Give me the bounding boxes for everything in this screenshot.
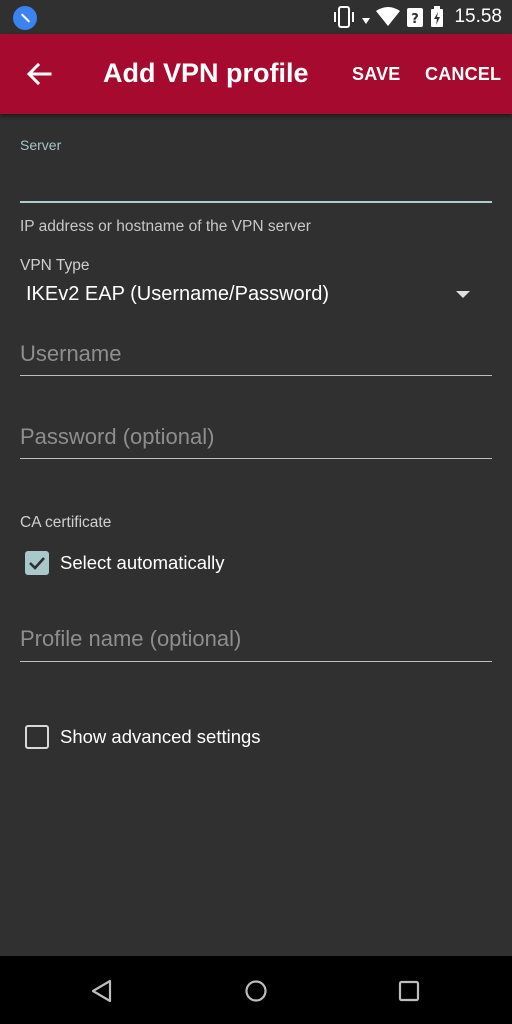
check-icon <box>29 557 45 570</box>
status-bar: ? 15.58 <box>0 0 512 34</box>
show-advanced-checkbox[interactable] <box>25 725 49 749</box>
password-field[interactable]: Password (optional) <box>20 424 214 450</box>
wifi-icon <box>376 7 401 26</box>
battery-icon <box>431 6 444 27</box>
save-button[interactable]: SAVE <box>352 64 400 85</box>
password-underline <box>20 458 492 459</box>
ca-certificate-label: CA certificate <box>20 514 112 531</box>
select-automatically-label[interactable]: Select automatically <box>60 552 225 574</box>
nav-recents-button[interactable] <box>392 974 426 1008</box>
server-input[interactable] <box>20 201 492 203</box>
data-arrow-icon <box>362 18 371 24</box>
nav-home-button[interactable] <box>239 974 273 1008</box>
nav-back-button[interactable] <box>85 974 119 1008</box>
show-advanced-label[interactable]: Show advanced settings <box>60 726 261 748</box>
page-title: Add VPN profile <box>103 58 309 88</box>
signal-icon: ? <box>407 8 424 27</box>
svg-text:?: ? <box>412 12 420 27</box>
server-label: Server <box>20 137 62 153</box>
status-time: 15.58 <box>454 6 502 27</box>
recents-icon <box>398 980 420 1002</box>
back-button[interactable] <box>18 54 60 94</box>
vibrate-icon <box>334 6 355 28</box>
vpn-type-label: VPN Type <box>20 257 90 274</box>
dropdown-arrow-icon[interactable] <box>456 291 470 298</box>
navigation-bar <box>0 956 512 1024</box>
status-icons: ? 15.58 <box>332 0 502 34</box>
back-icon <box>91 979 112 1003</box>
home-icon <box>245 980 267 1002</box>
app-notification-icon <box>13 6 37 30</box>
vpn-type-dropdown[interactable]: IKEv2 EAP (Username/Password) <box>26 283 329 306</box>
cancel-button[interactable]: CANCEL <box>425 64 501 85</box>
profile-name-underline <box>20 661 492 662</box>
arrow-back-icon <box>26 62 52 86</box>
profile-name-field[interactable]: Profile name (optional) <box>20 626 241 652</box>
select-automatically-checkbox[interactable] <box>25 551 49 575</box>
username-field[interactable]: Username <box>20 341 121 367</box>
server-helper-text: IP address or hostname of the VPN server <box>20 218 311 235</box>
username-underline <box>20 375 492 376</box>
app-bar: Add VPN profile SAVE CANCEL <box>0 34 512 114</box>
